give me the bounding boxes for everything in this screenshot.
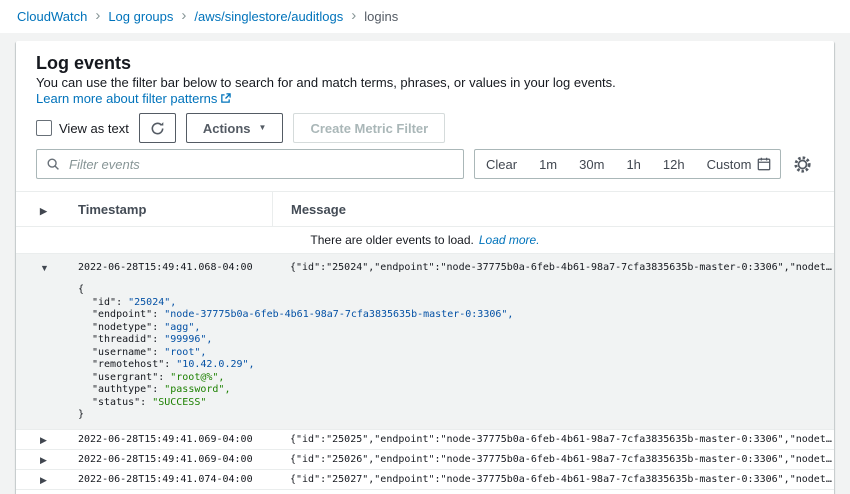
view-as-text-checkbox[interactable] — [36, 120, 52, 136]
json-value: "99996", — [164, 334, 212, 345]
json-value: "SUCCESS" — [152, 397, 206, 408]
json-field: "id": "25024", — [78, 297, 834, 310]
json-value: "password", — [164, 384, 230, 395]
gear-icon — [793, 155, 812, 174]
chevron-right-icon: › — [181, 8, 186, 23]
json-field: "nodetype": "agg", — [78, 322, 834, 335]
expand-row-icon[interactable]: ▶ — [40, 435, 47, 445]
time-range-selector: Clear 1m 30m 1h 12h Custom — [474, 149, 781, 179]
json-key: "remotehost": — [92, 359, 170, 370]
chevron-right-icon: › — [351, 8, 356, 23]
learn-more-link[interactable]: Learn more about filter patterns — [36, 91, 231, 106]
json-field: "username": "root", — [78, 347, 834, 360]
json-value: "node-37775b0a-6feb-4b61-98a7-7cfa383563… — [164, 309, 513, 320]
json-key: "nodetype": — [92, 322, 158, 333]
json-value: "agg", — [164, 322, 200, 333]
learn-more-label: Learn more about filter patterns — [36, 91, 217, 106]
search-icon — [46, 157, 60, 171]
filter-events-input[interactable] — [67, 156, 454, 173]
filter-bar: Clear 1m 30m 1h 12h Custom — [36, 149, 814, 179]
json-key: "endpoint": — [92, 309, 158, 320]
json-field: "authtype": "password", — [78, 384, 834, 397]
json-key: "username": — [92, 347, 158, 358]
json-key: "usergrant": — [92, 372, 164, 383]
create-metric-filter-label: Create Metric Filter — [310, 121, 428, 136]
json-value: "25024", — [128, 297, 176, 308]
json-field: "status": "SUCCESS" — [78, 397, 834, 410]
actions-label: Actions — [203, 121, 251, 136]
range-1m-button[interactable]: 1m — [528, 150, 568, 178]
page-title: Log events — [36, 53, 814, 73]
clear-button[interactable]: Clear — [475, 150, 528, 178]
view-as-text-label: View as text — [59, 121, 129, 136]
table-header-row: ▶ Timestamp Message — [16, 192, 834, 227]
range-12h-button[interactable]: 12h — [652, 150, 696, 178]
custom-range-label: Custom — [707, 157, 752, 172]
range-30m-button[interactable]: 30m — [568, 150, 615, 178]
event-timestamp: 2022-06-28T15:49:41.069-04:00 — [74, 434, 272, 445]
json-field: "usergrant": "root@%", — [78, 372, 834, 385]
log-events-table: ▶ Timestamp Message There are older even… — [16, 191, 834, 494]
breadcrumb-link-log-group[interactable]: /aws/singlestore/auditlogs — [194, 9, 343, 24]
json-open-brace: { — [78, 284, 834, 297]
refresh-icon — [150, 121, 165, 136]
event-message: {"id":"25024","endpoint":"node-37775b0a-… — [272, 262, 834, 273]
json-field: "threadid": "99996", — [78, 334, 834, 347]
actions-toolbar: View as text Actions ▼ Create Metric Fil… — [36, 113, 814, 143]
log-event-row[interactable]: ▶ 2022-06-28T15:49:41.069-04:00 {"id":"2… — [16, 430, 834, 450]
json-value: "10.42.0.29", — [176, 359, 254, 370]
breadcrumb: CloudWatch › Log groups › /aws/singlesto… — [0, 0, 850, 33]
event-timestamp: 2022-06-28T15:49:41.074-04:00 — [74, 474, 272, 485]
log-event-row[interactable]: ▶ 2022-06-28T15:49:50.926-04:00 {"id":"2… — [16, 490, 834, 494]
external-link-icon — [220, 93, 231, 104]
json-field: "remotehost": "10.42.0.29", — [78, 359, 834, 372]
chevron-down-icon: ▼ — [259, 124, 267, 132]
log-events-panel: Log events You can use the filter bar be… — [16, 41, 834, 494]
filter-events-searchbox[interactable] — [36, 149, 464, 179]
column-header-message: Message — [272, 192, 834, 226]
refresh-button[interactable] — [139, 113, 176, 143]
page-description: You can use the filter bar below to sear… — [36, 75, 814, 107]
expand-row-icon[interactable]: ▶ — [40, 475, 47, 485]
create-metric-filter-button[interactable]: Create Metric Filter — [293, 113, 445, 143]
breadcrumb-link-cloudwatch[interactable]: CloudWatch — [17, 9, 87, 24]
log-event-row[interactable]: ▶ 2022-06-28T15:49:41.074-04:00 {"id":"2… — [16, 470, 834, 490]
load-more-link[interactable]: Load more. — [479, 233, 540, 247]
json-key: "authtype": — [92, 384, 158, 395]
collapse-row-icon[interactable]: ▼ — [40, 263, 49, 273]
breadcrumb-link-log-groups[interactable]: Log groups — [108, 9, 173, 24]
expand-row-icon[interactable]: ▶ — [40, 455, 47, 465]
description-text: You can use the filter bar below to sear… — [36, 75, 616, 90]
event-message: {"id":"25026","endpoint":"node-37775b0a-… — [272, 454, 834, 465]
expand-all-icon[interactable]: ▶ — [40, 206, 47, 216]
json-field: "endpoint": "node-37775b0a-6feb-4b61-98a7… — [78, 309, 834, 322]
json-key: "id": — [92, 297, 122, 308]
event-timestamp: 2022-06-28T15:49:41.069-04:00 — [74, 454, 272, 465]
column-header-timestamp: Timestamp — [74, 202, 272, 217]
json-key: "threadid": — [92, 334, 158, 345]
older-events-text: There are older events to load. — [310, 233, 473, 247]
chevron-right-icon: › — [95, 8, 100, 23]
log-event-row[interactable]: ▶ 2022-06-28T15:49:41.069-04:00 {"id":"2… — [16, 450, 834, 470]
event-timestamp: 2022-06-28T15:49:41.068-04:00 — [74, 262, 272, 273]
json-key: "status": — [92, 397, 146, 408]
json-close-brace: } — [78, 409, 834, 422]
custom-range-button[interactable]: Custom — [696, 150, 781, 178]
event-message: {"id":"25025","endpoint":"node-37775b0a-… — [272, 434, 834, 445]
view-as-text-toggle[interactable]: View as text — [36, 120, 129, 136]
event-message: {"id":"25027","endpoint":"node-37775b0a-… — [272, 474, 834, 485]
calendar-icon — [757, 157, 771, 171]
load-more-row: There are older events to load. Load mor… — [16, 227, 834, 254]
log-event-expanded[interactable]: ▼ 2022-06-28T15:49:41.068-04:00 {"id":"2… — [16, 254, 834, 430]
event-json-detail: { "id": "25024", "endpoint": "node-37775b0… — [16, 280, 834, 429]
range-1h-button[interactable]: 1h — [615, 150, 651, 178]
json-value: "root", — [164, 347, 206, 358]
preferences-button[interactable] — [791, 153, 814, 176]
breadcrumb-current: logins — [364, 9, 398, 24]
json-value: "root@%", — [170, 372, 224, 383]
actions-button[interactable]: Actions ▼ — [186, 113, 284, 143]
